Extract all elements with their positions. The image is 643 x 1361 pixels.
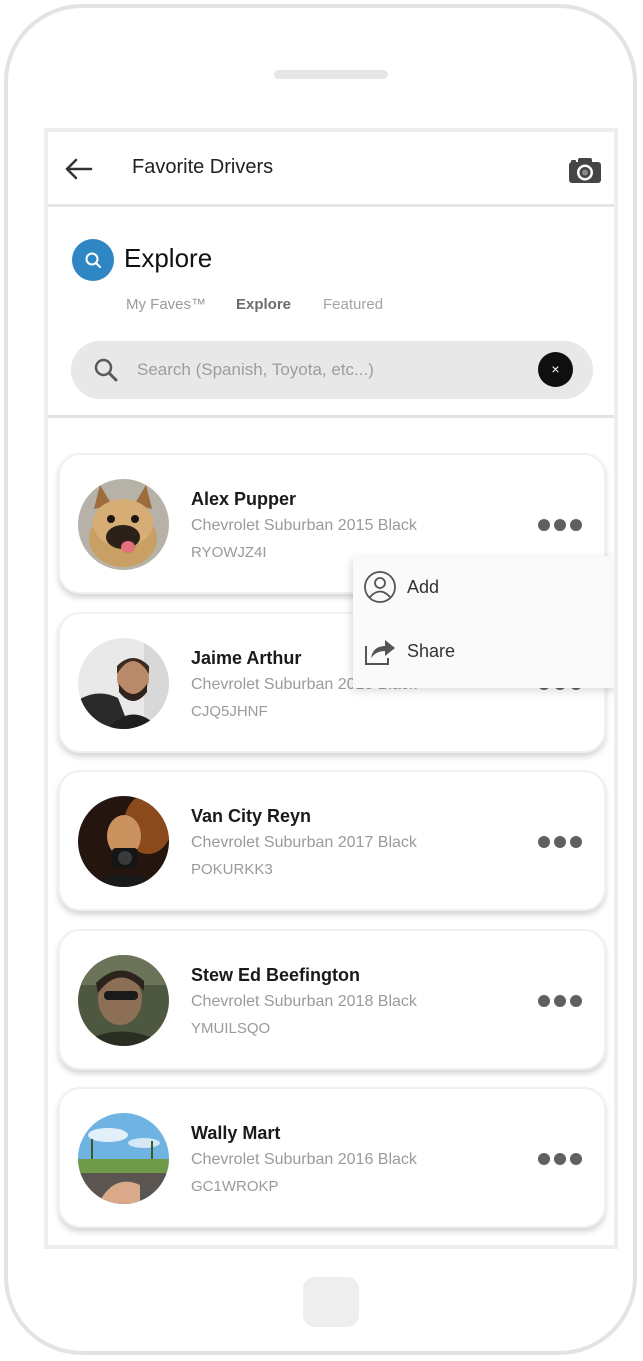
phone-speaker	[274, 70, 388, 79]
driver-vehicle: Chevrolet Suburban 2018 Black	[191, 993, 417, 1010]
more-options-icon[interactable]	[534, 991, 584, 1011]
person-add-icon	[363, 570, 397, 604]
app-screen: Favorite Drivers Explore My Faves™ Explo…	[44, 128, 618, 1249]
driver-name: Wally Mart	[191, 1123, 281, 1143]
avatar	[78, 1113, 169, 1204]
home-button[interactable]	[303, 1277, 359, 1327]
driver-card[interactable]: Van City Reyn Chevrolet Suburban 2017 Bl…	[58, 770, 606, 911]
avatar	[78, 796, 169, 887]
tab-my-faves[interactable]: My Faves™	[126, 296, 206, 313]
driver-plate: YMUILSQO	[191, 1020, 271, 1037]
tab-featured[interactable]: Featured	[323, 296, 383, 313]
driver-name: Van City Reyn	[191, 806, 312, 826]
driver-vehicle: Chevrolet Suburban 2016 Black	[191, 1151, 417, 1168]
more-options-icon[interactable]	[534, 515, 584, 535]
menu-item-add[interactable]: Add	[353, 556, 614, 620]
avatar	[78, 955, 169, 1046]
avatar	[78, 479, 169, 570]
driver-name: Jaime Arthur	[191, 648, 302, 668]
more-options-icon[interactable]	[534, 1149, 584, 1169]
search-input[interactable]	[137, 357, 517, 383]
search-bar: ×	[71, 341, 593, 399]
driver-vehicle: Chevrolet Suburban 2015 Black	[191, 517, 417, 534]
driver-name: Stew Ed Beefington	[191, 965, 361, 985]
driver-vehicle: Chevrolet Suburban 2017 Black	[191, 834, 417, 851]
avatar	[78, 638, 169, 729]
menu-item-label: Add	[407, 577, 440, 597]
menu-item-label: Share	[407, 641, 456, 661]
page-title: Favorite Drivers	[132, 156, 274, 178]
back-arrow-icon[interactable]	[64, 154, 94, 184]
explore-section: Explore My Faves™ Explore Featured ×	[48, 207, 614, 418]
driver-plate: POKURKK3	[191, 861, 273, 878]
camera-icon[interactable]	[568, 156, 602, 184]
driver-plate: RYOWJZ4I	[191, 544, 267, 561]
share-icon	[363, 634, 397, 668]
driver-card[interactable]: Wally Mart Chevrolet Suburban 2016 Black…	[58, 1087, 606, 1228]
driver-card[interactable]: Stew Ed Beefington Chevrolet Suburban 20…	[58, 929, 606, 1070]
clear-search-button[interactable]: ×	[538, 352, 573, 387]
app-header: Favorite Drivers	[48, 132, 614, 207]
search-icon	[93, 357, 119, 383]
driver-plate: GC1WROKP	[191, 1178, 279, 1195]
context-menu: Add Share	[353, 556, 614, 688]
explore-search-icon	[72, 239, 114, 281]
driver-name: Alex Pupper	[191, 489, 297, 509]
phone-frame: Favorite Drivers Explore My Faves™ Explo…	[4, 4, 637, 1355]
explore-heading: Explore	[124, 243, 213, 273]
more-options-icon[interactable]	[534, 832, 584, 852]
driver-plate: CJQ5JHNF	[191, 703, 268, 720]
tab-explore[interactable]: Explore	[236, 296, 291, 313]
menu-item-share[interactable]: Share	[353, 620, 614, 684]
